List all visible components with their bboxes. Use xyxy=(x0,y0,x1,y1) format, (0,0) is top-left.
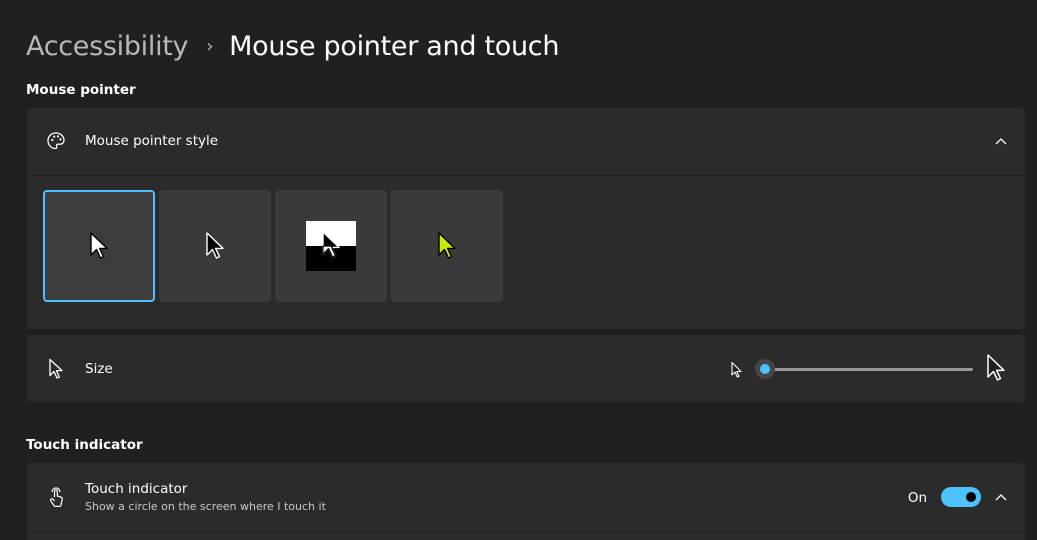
large-cursor-icon xyxy=(987,354,1005,381)
slider-track[interactable] xyxy=(762,368,973,371)
touch-icon xyxy=(45,486,67,508)
touch-indicator-description: Show a circle on the screen where I touc… xyxy=(85,500,326,513)
breadcrumb-parent-link[interactable]: Accessibility xyxy=(26,31,189,62)
pointer-style-custom-option[interactable] xyxy=(391,190,503,302)
mouse-pointer-style-header[interactable]: Mouse pointer style xyxy=(27,108,1025,174)
section-title-touch-indicator: Touch indicator xyxy=(26,437,143,453)
section-title-mouse-pointer: Mouse pointer xyxy=(26,82,136,98)
card-divider xyxy=(27,175,1025,176)
touch-indicator-card[interactable]: Touch indicator Show a circle on the scr… xyxy=(27,463,1025,540)
size-slider[interactable] xyxy=(730,354,1010,383)
chevron-up-icon[interactable] xyxy=(993,133,1009,149)
cursor-icon xyxy=(45,358,67,380)
palette-icon xyxy=(45,130,67,152)
card-divider xyxy=(27,531,1025,532)
size-card: Size xyxy=(27,335,1025,402)
breadcrumb-separator: › xyxy=(206,35,214,57)
toggle-state-label: On xyxy=(907,490,927,506)
slider-thumb[interactable] xyxy=(755,359,775,379)
black-cursor-icon xyxy=(206,232,224,259)
pointer-style-inverted-option[interactable] xyxy=(275,190,387,302)
touch-indicator-toggle[interactable] xyxy=(941,487,981,507)
small-cursor-icon xyxy=(731,361,742,378)
touch-indicator-text: Touch indicator Show a circle on the scr… xyxy=(85,481,326,513)
touch-indicator-row: Touch indicator Show a circle on the scr… xyxy=(27,463,1025,531)
page-title: Mouse pointer and touch xyxy=(229,30,560,62)
touch-indicator-label: Touch indicator xyxy=(85,481,188,497)
mouse-pointer-style-label: Mouse pointer style xyxy=(85,133,219,149)
pointer-style-black-option[interactable] xyxy=(159,190,271,302)
custom-color-cursor-icon xyxy=(438,232,456,259)
white-cursor-icon xyxy=(90,232,108,259)
pointer-style-white-option[interactable] xyxy=(43,190,155,302)
chevron-up-icon[interactable] xyxy=(993,489,1009,505)
mouse-pointer-style-card: Mouse pointer style xyxy=(27,108,1025,329)
breadcrumb: Accessibility › Mouse pointer and touch xyxy=(26,26,559,66)
inverted-cursor-icon xyxy=(306,221,356,271)
pointer-style-options xyxy=(43,190,503,302)
size-label: Size xyxy=(85,360,113,377)
